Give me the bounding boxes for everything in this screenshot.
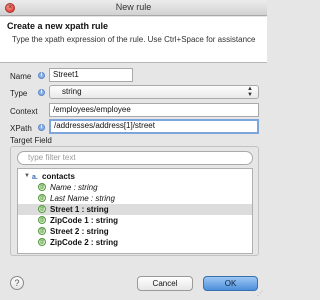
context-label: Context — [10, 107, 38, 116]
attribute-icon: @ — [38, 227, 46, 235]
title-bar: × New rule — [0, 0, 267, 16]
tree-item[interactable]: @ Street 2 : string — [18, 226, 252, 237]
help-button[interactable]: ? — [10, 276, 24, 290]
dialog-header: Create a new xpath rule Type the xpath e… — [0, 17, 267, 63]
ok-button[interactable]: OK — [203, 276, 258, 291]
cancel-button[interactable]: Cancel — [137, 276, 193, 291]
info-icon: i — [38, 72, 45, 79]
tree-item-selected[interactable]: @ Street 1 : string — [18, 204, 252, 215]
tree-item-label: ZipCode 1 : string — [50, 216, 118, 225]
tree-item-label: Street 1 : string — [50, 205, 109, 214]
target-field-label: Target Field — [10, 136, 52, 145]
attribute-icon: @ — [38, 216, 46, 224]
attribute-icon: @ — [38, 194, 46, 202]
chevron-updown-icon: ▲ ▼ — [247, 86, 253, 98]
tree-item-label: Last Name : string — [50, 194, 115, 203]
xpath-field[interactable]: /addresses/address[1]/street — [49, 119, 259, 134]
expand-triangle-icon[interactable]: ▼ — [24, 171, 30, 182]
name-field[interactable]: Street1 — [49, 68, 133, 82]
attribute-icon: @ — [38, 238, 46, 246]
tree-root-contacts[interactable]: ▼ a. contacts — [18, 171, 252, 182]
type-label: Type — [10, 89, 28, 98]
attribute-icon: @ — [38, 183, 46, 191]
tree-item[interactable]: @ Last Name : string — [18, 193, 252, 204]
info-icon: i — [38, 124, 45, 131]
target-tree[interactable]: ▼ a. contacts @ Name : string @ Last Nam… — [17, 168, 253, 254]
tree-item[interactable]: @ Name : string — [18, 182, 252, 193]
filter-input[interactable]: type filter text — [17, 151, 253, 165]
target-field-group: type filter text ▼ a. contacts @ Name : … — [10, 146, 259, 256]
resize-grip-icon[interactable]: ⋰ — [257, 290, 265, 298]
type-select-value: string — [62, 87, 82, 96]
tree-item[interactable]: @ ZipCode 2 : string — [18, 237, 252, 248]
window-title: New rule — [115, 2, 152, 12]
type-select[interactable]: string ▲ ▼ — [49, 85, 259, 99]
xpath-label: XPath — [10, 124, 32, 133]
info-icon: i — [38, 89, 45, 96]
context-field[interactable]: /employees/employee — [49, 103, 259, 117]
tree-item-label: ZipCode 2 : string — [50, 238, 118, 247]
dialog-description: Type the xpath expression of the rule. U… — [12, 35, 256, 44]
attribute-icon: @ — [38, 205, 46, 213]
tree-item-label: Name : string — [50, 183, 98, 192]
dialog-title: Create a new xpath rule — [7, 21, 109, 31]
name-label: Name — [10, 72, 32, 81]
tree-root-label: contacts — [42, 172, 75, 181]
tree-item-label: Street 2 : string — [50, 227, 109, 236]
tree-item[interactable]: @ ZipCode 1 : string — [18, 215, 252, 226]
